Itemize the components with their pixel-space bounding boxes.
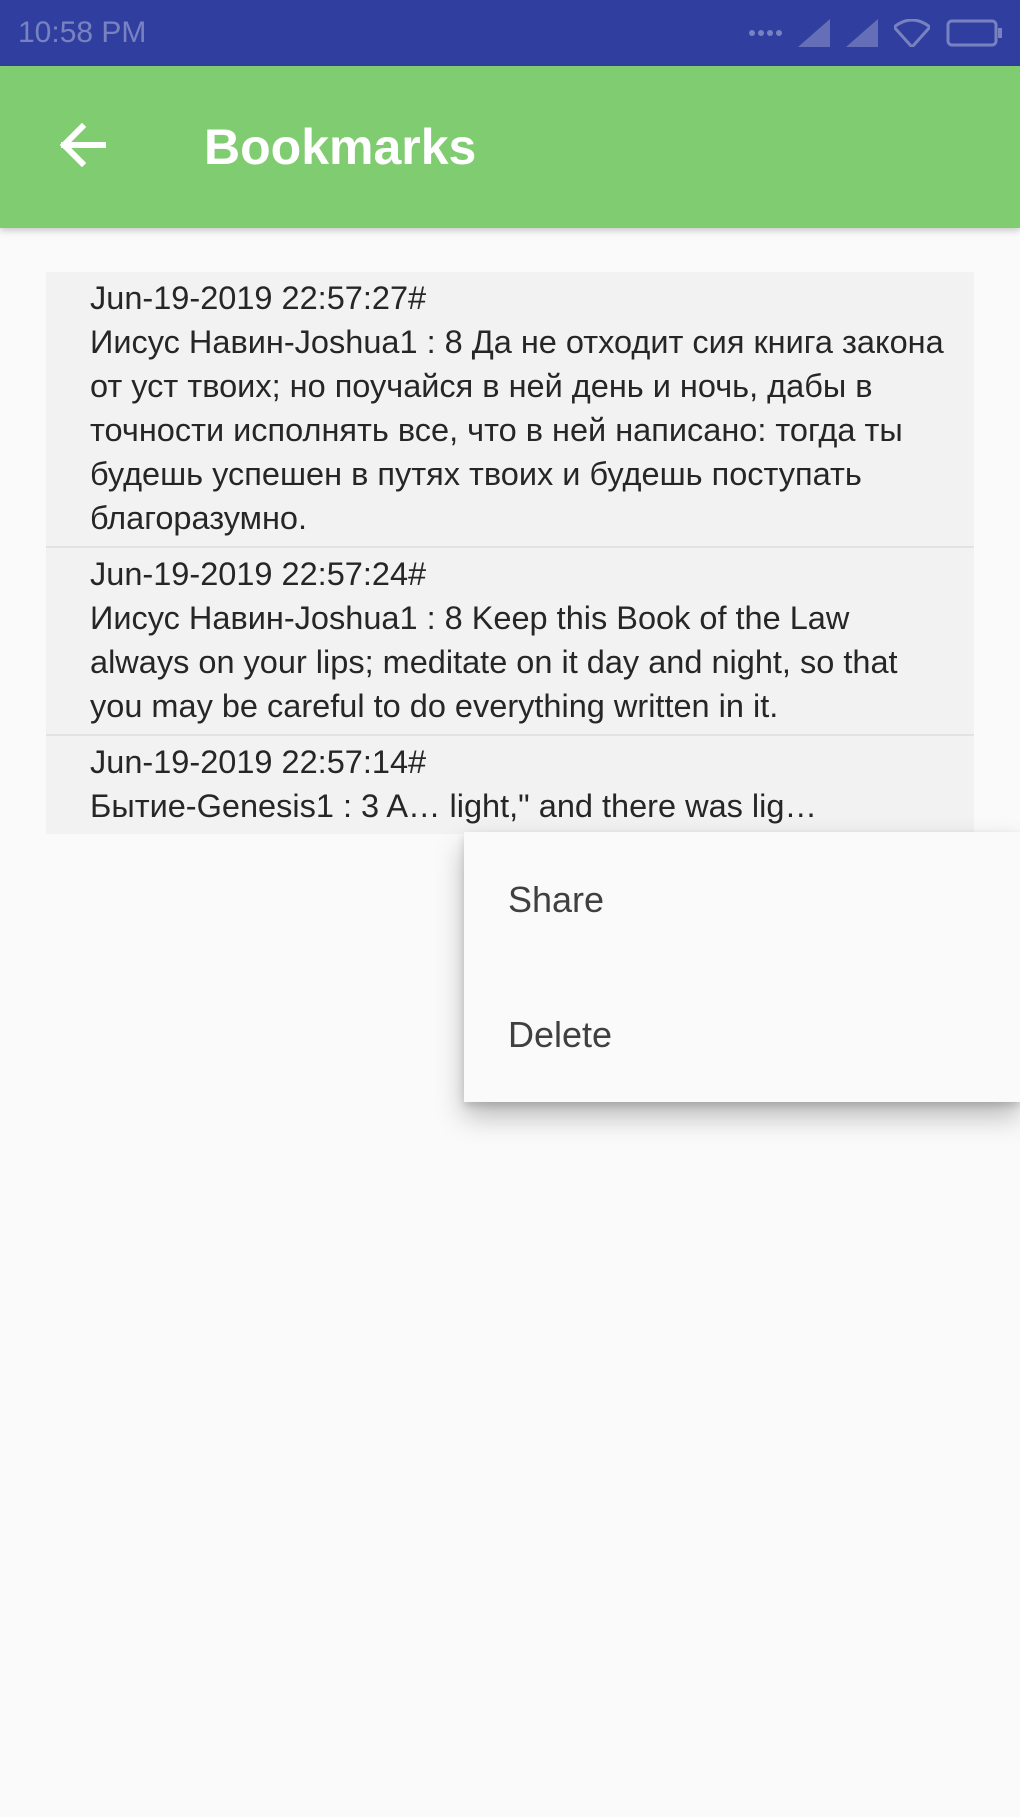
bookmark-date: Jun-19-2019 22:57:14# xyxy=(90,744,427,780)
bookmark-text: Иисус Навин-Joshua1 : 8 Keep this Book o… xyxy=(90,600,898,724)
status-icons xyxy=(748,19,1004,47)
bookmark-item[interactable]: Jun-19-2019 22:57:14# Бытие-Genesis1 : 3… xyxy=(46,736,974,834)
signal-icon xyxy=(846,19,878,47)
battery-icon xyxy=(946,19,1004,47)
bookmark-list: Jun-19-2019 22:57:27# Иисус Навин-Joshua… xyxy=(46,272,974,834)
bookmark-date: Jun-19-2019 22:57:24# xyxy=(90,556,427,592)
bookmark-text: Бытие-Genesis1 : 3 A… light," and there … xyxy=(90,788,817,824)
context-menu: Share Delete xyxy=(464,832,1020,1102)
wifi-icon xyxy=(894,19,930,47)
app-bar: Bookmarks xyxy=(0,66,1020,228)
bookmark-item[interactable]: Jun-19-2019 22:57:24# Иисус Навин-Joshua… xyxy=(46,548,974,736)
signal-icon xyxy=(798,19,830,47)
share-menu-item[interactable]: Share xyxy=(464,832,1020,967)
delete-menu-item[interactable]: Delete xyxy=(464,967,1020,1102)
bookmark-text: Иисус Навин-Joshua1 : 8 Да не отходит си… xyxy=(90,324,944,536)
back-button[interactable] xyxy=(52,117,112,177)
bookmark-date: Jun-19-2019 22:57:27# xyxy=(90,280,427,316)
bookmark-item[interactable]: Jun-19-2019 22:57:27# Иисус Навин-Joshua… xyxy=(46,272,974,548)
more-dots-icon xyxy=(748,28,782,38)
status-time: 10:58 PM xyxy=(18,16,147,49)
arrow-back-icon xyxy=(58,122,107,171)
status-bar: 10:58 PM xyxy=(0,0,1020,66)
page-title: Bookmarks xyxy=(204,119,477,175)
